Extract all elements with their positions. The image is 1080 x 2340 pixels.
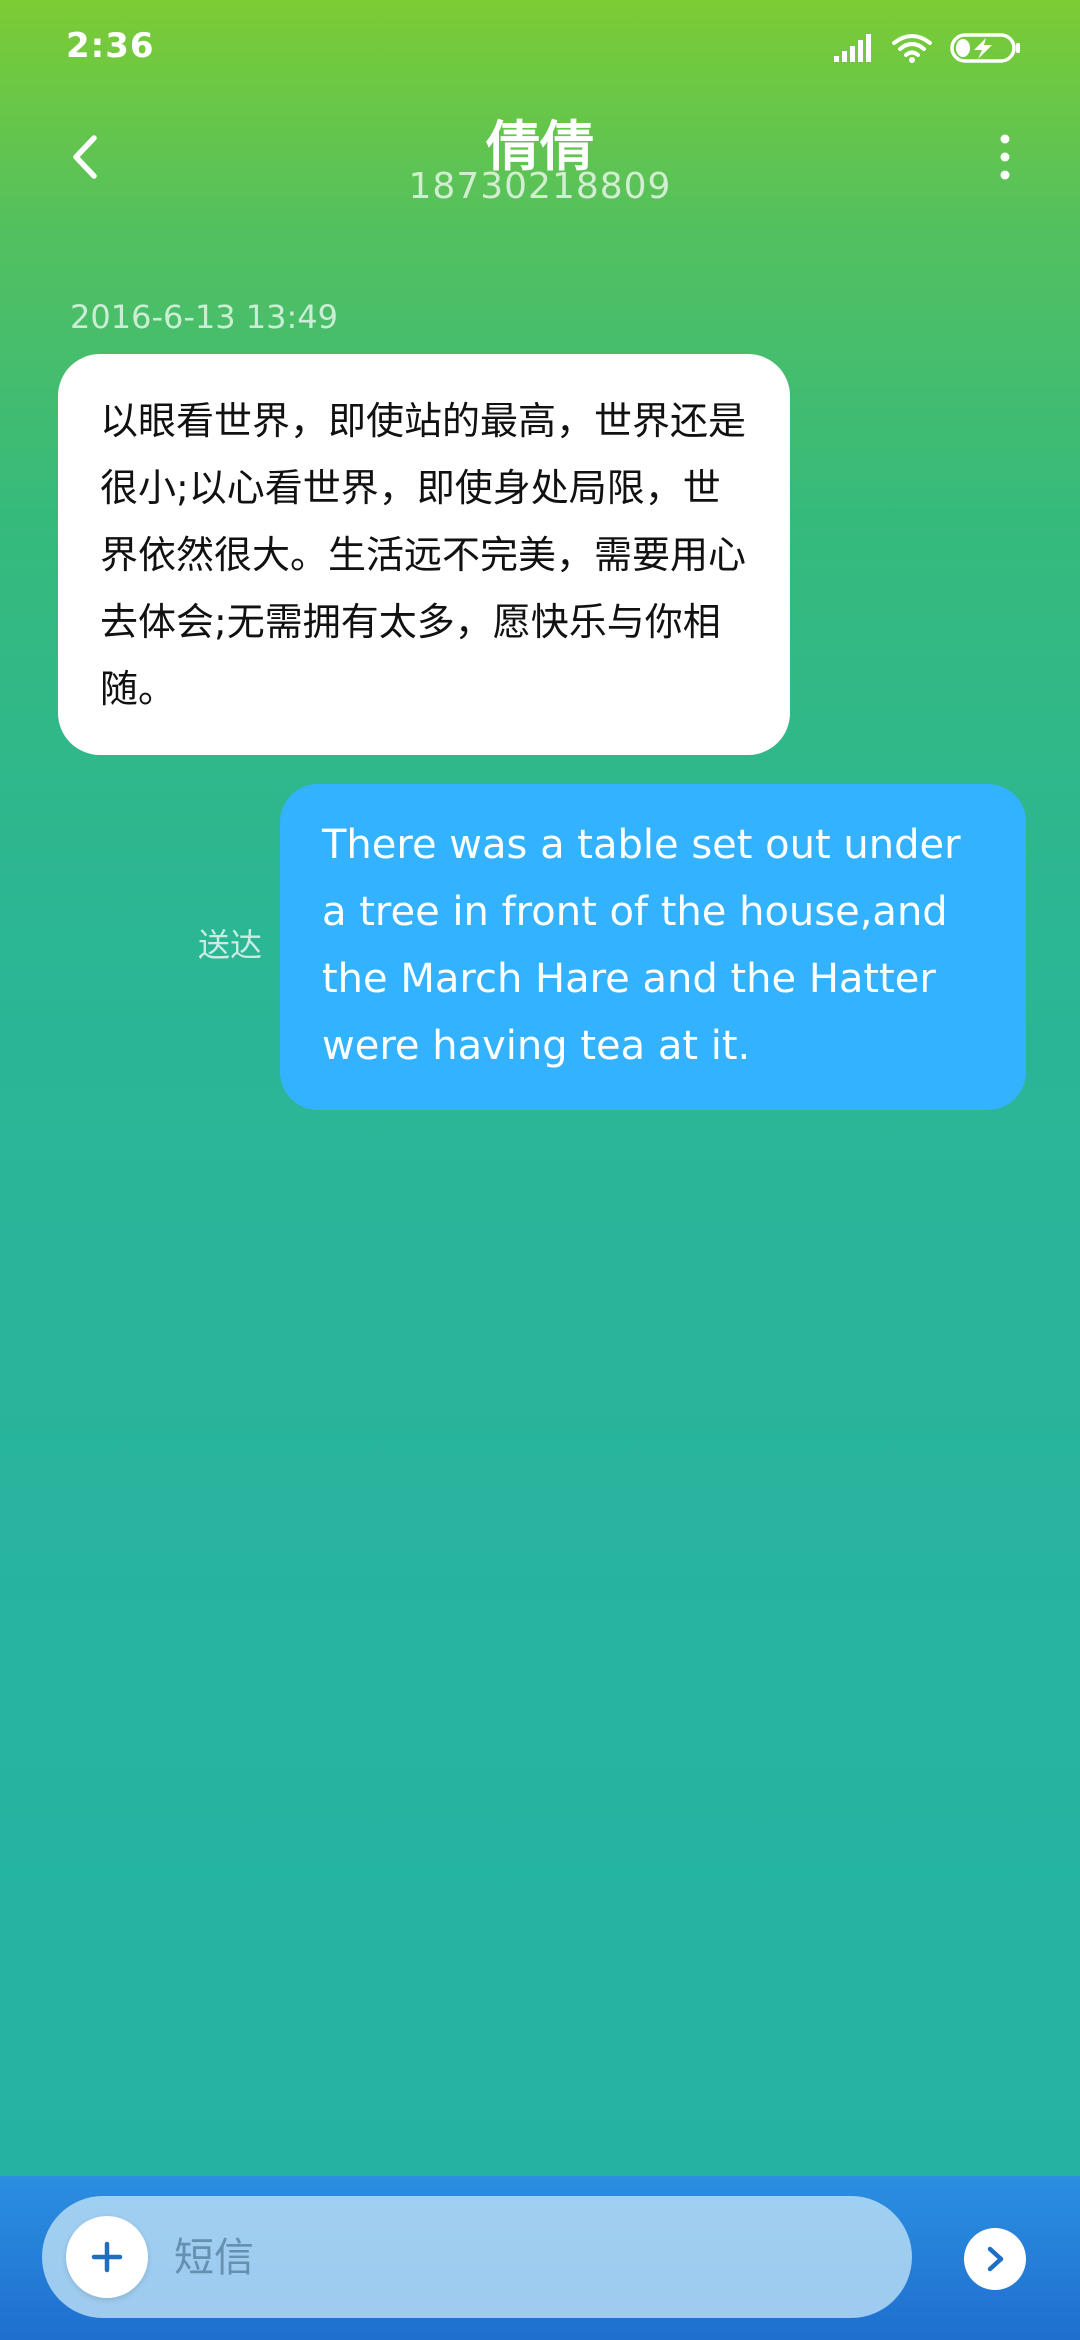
status-bar: 2:36 [0,0,1080,96]
contact-number: 18730218809 [408,166,672,207]
plus-icon [91,2241,123,2273]
send-button[interactable] [964,2228,1026,2290]
delivery-status: 送达 [198,926,263,964]
signal-icon [834,34,874,62]
outgoing-message-text: There was a table set out under a tree i… [322,822,961,1069]
input-pill [42,2196,912,2318]
outgoing-message-bubble[interactable]: There was a table set out under a tree i… [280,784,1026,1110]
conversation-header: 倩倩 18730218809 [0,96,1080,226]
add-attachment-button[interactable] [66,2216,148,2298]
sms-input[interactable] [172,2220,876,2296]
send-arrow-icon [987,2246,1004,2272]
more-options-button[interactable] [970,122,1040,192]
incoming-message-text: 以眼看世界，即使站的最高，世界还是很小;以心看世界，即使身处局限，世界依然很大。… [100,399,747,711]
wifi-icon [892,33,932,63]
message-composer [0,2176,1080,2340]
incoming-message-bubble[interactable]: 以眼看世界，即使站的最高，世界还是很小;以心看世界，即使身处局限，世界依然很大。… [58,354,790,755]
battery-charging-icon [950,32,1022,64]
message-timestamp: 2016-6-13 13:49 [70,298,338,336]
status-icons [834,28,1022,68]
status-time: 2:36 [66,26,155,66]
more-vertical-icon [1000,134,1010,180]
